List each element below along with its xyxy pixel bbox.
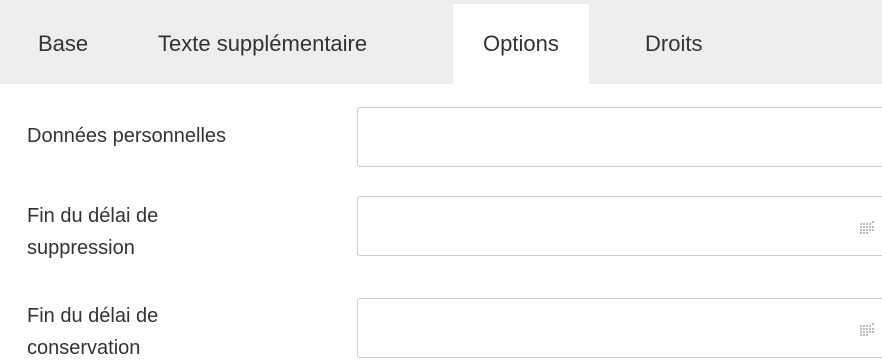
deletion-deadline-label-line2: suppression [27, 237, 135, 259]
personal-data-label: Données personnelles [27, 125, 227, 147]
retention-deadline-input[interactable] [358, 299, 882, 357]
retention-deadline-label-line1: Fin du délai de [27, 305, 159, 327]
deletion-deadline-label: Fin du délai de suppression [27, 200, 327, 264]
tab-additional-text[interactable]: Texte supplémentaire [158, 4, 367, 84]
tab-options[interactable]: Options [453, 4, 589, 84]
deletion-deadline-input[interactable] [358, 197, 882, 255]
calendar-grid-icon[interactable] [860, 323, 874, 337]
deletion-deadline-label-line1: Fin du délai de [27, 205, 159, 227]
retention-deadline-field[interactable] [357, 298, 882, 358]
personal-data-field[interactable] [357, 107, 882, 167]
retention-deadline-label-line2: conservation [27, 337, 141, 359]
tab-bar: Base Texte supplémentaire Options Droits [0, 0, 882, 84]
personal-data-input[interactable] [358, 108, 882, 166]
tab-base[interactable]: Base [38, 4, 88, 84]
calendar-grid-icon[interactable] [860, 221, 874, 235]
retention-deadline-label: Fin du délai de conservation [27, 300, 327, 364]
tab-rights[interactable]: Droits [645, 4, 702, 84]
options-page: Base Texte supplémentaire Options Droits… [0, 0, 882, 364]
deletion-deadline-field[interactable] [357, 196, 882, 256]
